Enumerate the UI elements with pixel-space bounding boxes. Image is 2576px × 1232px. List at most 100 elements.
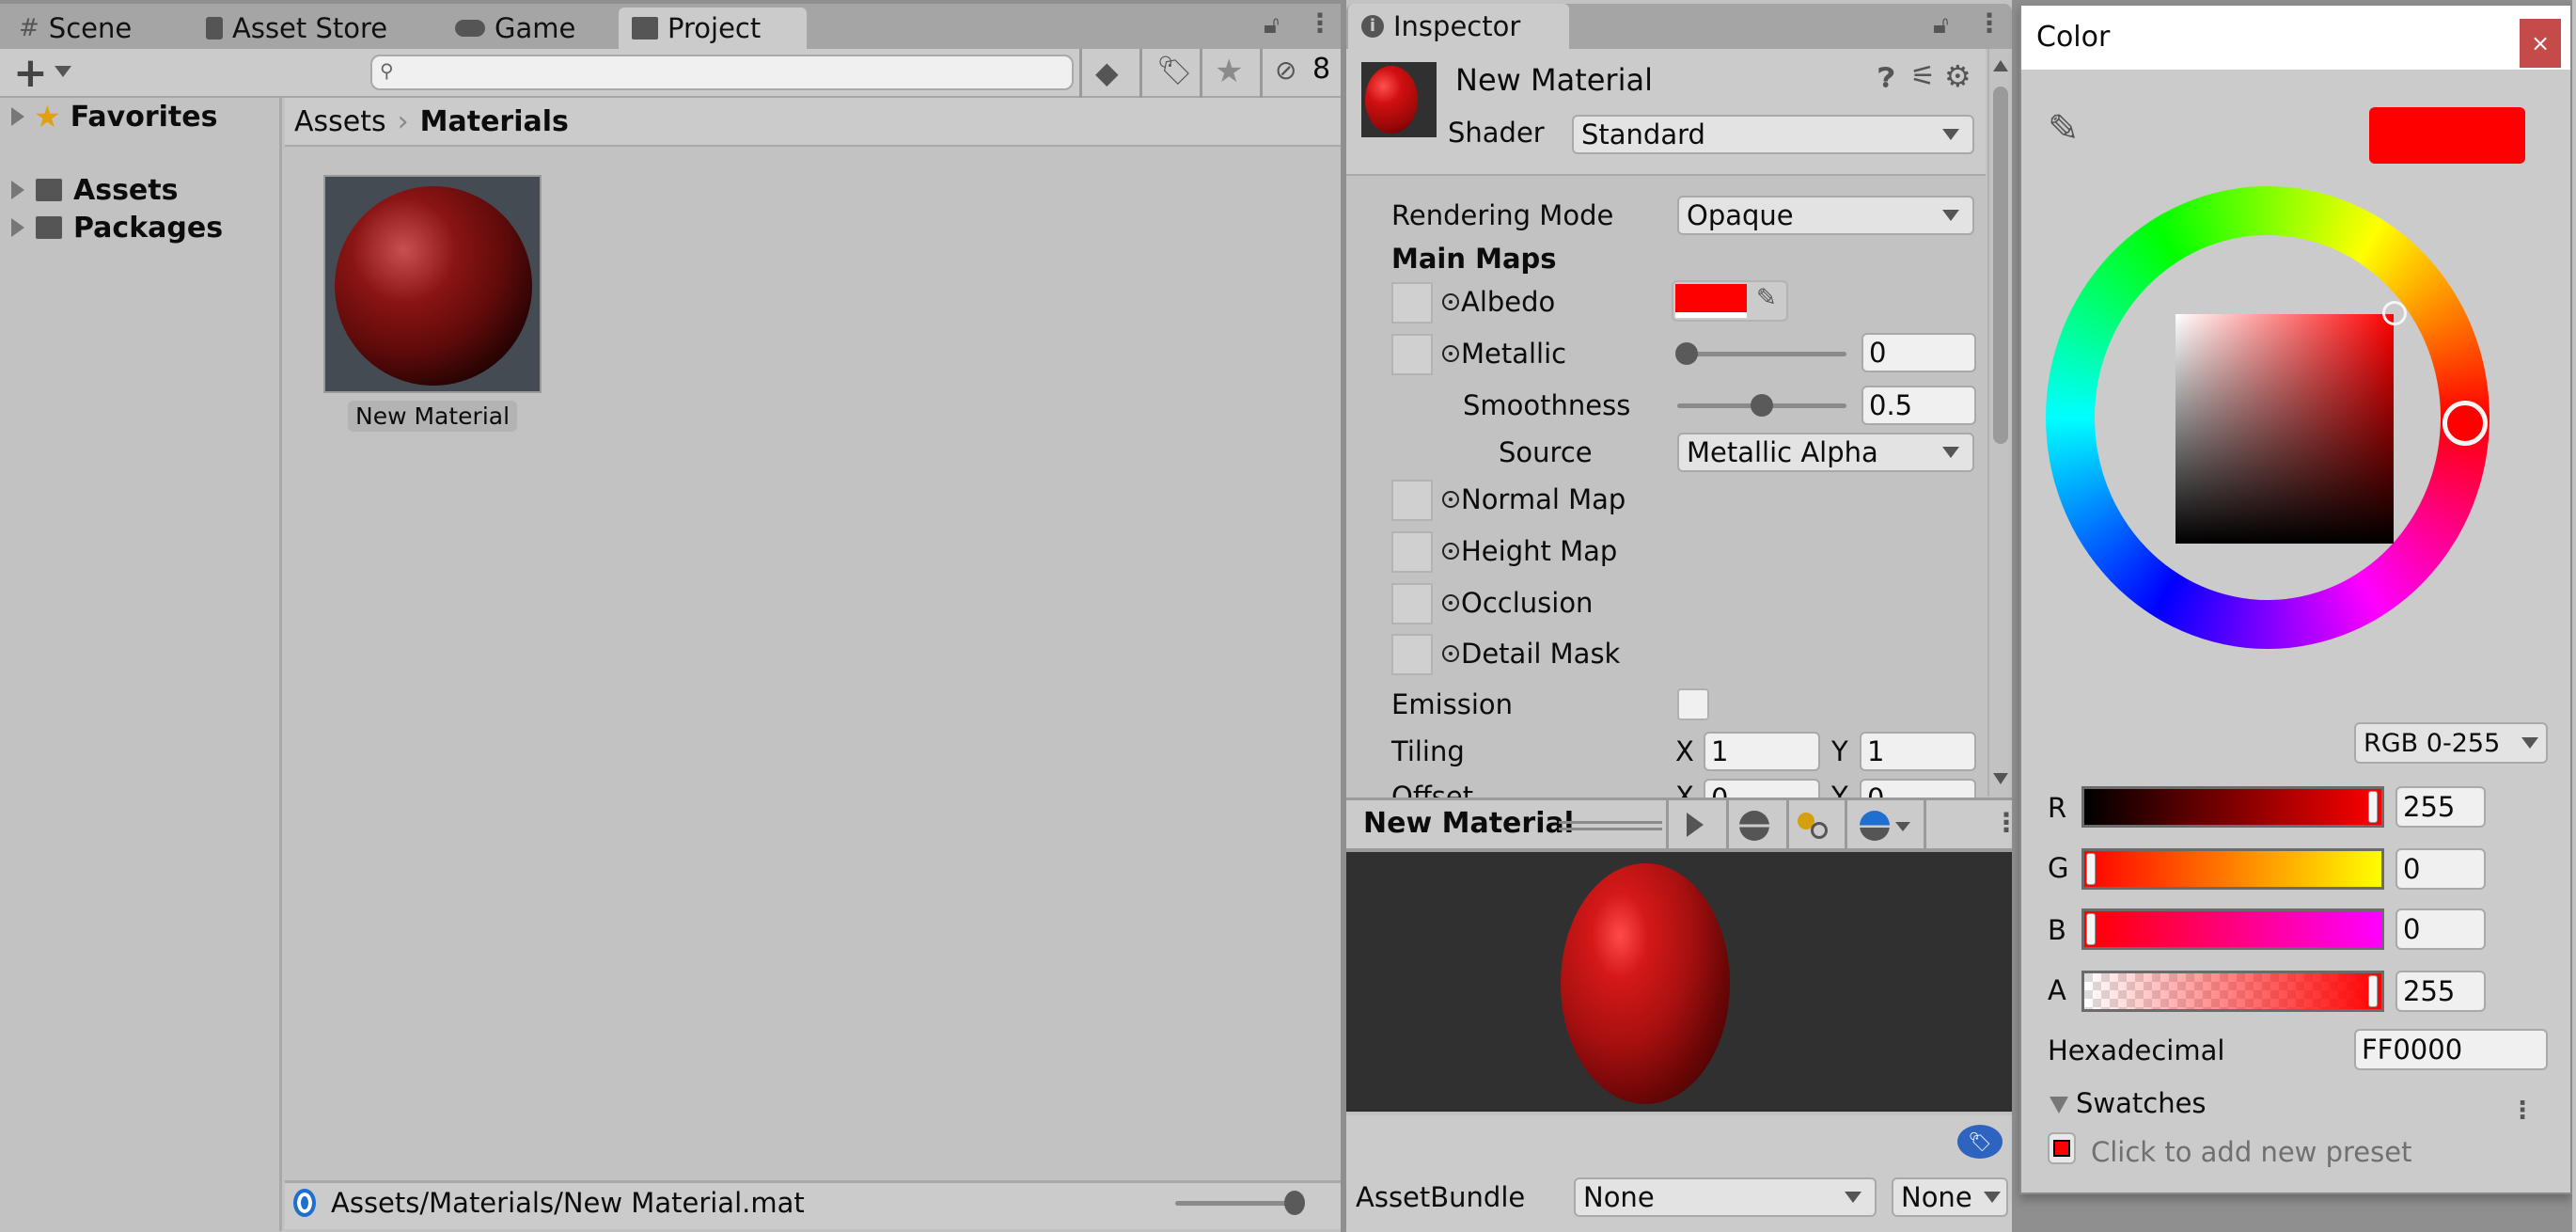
green-channel-input[interactable]: 0 — [2395, 848, 2486, 890]
more-options-icon[interactable]: ⋮ — [1993, 807, 2019, 838]
folder-icon — [36, 179, 62, 201]
tree-item-packages[interactable]: Packages — [11, 209, 223, 246]
scroll-down-icon[interactable] — [1993, 773, 2008, 784]
tab-game[interactable]: Game — [442, 8, 616, 49]
more-options-icon[interactable]: ⋮ — [1307, 8, 1333, 39]
red-channel-slider[interactable] — [2081, 786, 2384, 828]
chevron-down-icon — [2521, 737, 2538, 749]
color-mode-dropdown[interactable]: RGB 0-255 — [2354, 722, 2548, 764]
offset-x-input[interactable]: 0 — [1704, 779, 1820, 798]
preview-background-icon[interactable] — [1860, 811, 1890, 841]
favorites-star-icon[interactable]: ★ — [1215, 53, 1243, 90]
tab-project[interactable]: Project — [619, 8, 807, 49]
alpha-channel-slider[interactable] — [2081, 971, 2384, 1012]
source-dropdown[interactable]: Metallic Alpha — [1677, 433, 1974, 472]
expand-arrow-icon[interactable] — [11, 181, 24, 199]
object-picker-icon[interactable] — [1442, 293, 1459, 310]
green-channel-thumb[interactable] — [2086, 853, 2096, 885]
expand-arrow-icon[interactable] — [11, 107, 24, 126]
hue-handle[interactable] — [2442, 401, 2488, 446]
red-channel-input[interactable]: 255 — [2395, 786, 2486, 828]
swatches-expand-icon[interactable] — [2050, 1097, 2068, 1114]
inspector-scrollbar[interactable] — [1987, 49, 2012, 797]
filter-by-label-icon[interactable]: 🏷︎ — [1156, 55, 1192, 87]
eyedropper-icon[interactable]: ✎ — [1756, 284, 1777, 312]
expand-arrow-icon[interactable] — [11, 218, 24, 237]
tiling-y-input[interactable]: 1 — [1860, 732, 1976, 771]
tab-inspector[interactable]: i Inspector — [1348, 4, 1569, 49]
object-picker-icon[interactable] — [1442, 543, 1459, 560]
metallic-texture-slot[interactable] — [1391, 334, 1433, 375]
close-button[interactable]: × — [2520, 19, 2561, 68]
scrollbar-thumb[interactable] — [1993, 87, 2008, 444]
smoothness-slider-thumb[interactable] — [1751, 394, 1773, 417]
icon-size-slider-thumb[interactable] — [1284, 1191, 1305, 1215]
material-preview[interactable] — [1346, 852, 2012, 1112]
breadcrumb-assets[interactable]: Assets — [294, 105, 386, 138]
eyedropper-icon[interactable]: ✎ — [2048, 107, 2080, 150]
shader-dropdown[interactable]: Standard — [1572, 115, 1974, 154]
red-channel-thumb[interactable] — [2368, 791, 2378, 823]
assetbundle-dropdown[interactable]: None — [1574, 1177, 1877, 1217]
preset-icon[interactable]: ⚟ — [1910, 60, 1936, 93]
metallic-label: Metallic — [1461, 338, 1567, 370]
saturation-value-square[interactable] — [2175, 314, 2394, 544]
scroll-up-icon[interactable] — [1993, 60, 2008, 71]
alpha-channel-thumb[interactable] — [2368, 975, 2378, 1007]
search-input[interactable]: ⚲ — [370, 55, 1074, 90]
create-button[interactable]: + — [13, 49, 48, 97]
emission-checkbox[interactable] — [1677, 688, 1709, 720]
create-dropdown-icon[interactable] — [55, 66, 71, 77]
blue-channel-slider[interactable] — [2081, 908, 2384, 950]
offset-label: Offset — [1391, 781, 1474, 798]
occlusion-texture-slot[interactable] — [1391, 583, 1433, 624]
object-picker-icon[interactable] — [1442, 594, 1459, 611]
hidden-packages-icon[interactable]: ⊘ — [1275, 55, 1296, 86]
swatches-label[interactable]: Swatches — [2076, 1087, 2207, 1119]
tiling-x-input[interactable]: 1 — [1704, 732, 1820, 771]
metallic-slider-thumb[interactable] — [1675, 342, 1698, 365]
object-picker-icon[interactable] — [1442, 645, 1459, 662]
tree-item-favorites[interactable]: ★ Favorites — [11, 98, 217, 135]
alpha-channel-input[interactable]: 255 — [2395, 971, 2486, 1012]
add-preset-button[interactable] — [2048, 1132, 2076, 1164]
preview-resize-handle[interactable] — [1559, 821, 1662, 830]
hexadecimal-input[interactable]: FF0000 — [2354, 1029, 2548, 1070]
green-channel-slider[interactable] — [2081, 848, 2384, 890]
saturation-value-handle[interactable] — [2382, 301, 2407, 325]
chevron-down-icon[interactable] — [1895, 822, 1910, 831]
filter-by-type-icon[interactable]: ◆ — [1095, 55, 1119, 90]
tab-asset-store[interactable]: Asset Store — [193, 8, 442, 49]
label-tag-icon[interactable]: 🏷︎ — [1957, 1125, 2003, 1159]
assetbundle-variant-dropdown[interactable]: None — [1892, 1177, 2008, 1217]
lock-icon[interactable]: 🔓︎ — [1933, 11, 1949, 40]
albedo-color-field[interactable]: ✎ — [1672, 280, 1788, 322]
preview-sphere-mesh-icon[interactable] — [1739, 811, 1769, 841]
offset-y-input[interactable]: 0 — [1860, 779, 1976, 798]
help-icon[interactable]: ❓︎ — [1878, 62, 1894, 94]
smoothness-value-input[interactable]: 0.5 — [1861, 386, 1976, 425]
normal-map-texture-slot[interactable] — [1391, 480, 1433, 521]
tree-item-assets[interactable]: Assets — [11, 171, 178, 209]
metallic-value-input[interactable]: 0 — [1861, 333, 1976, 372]
asset-item-new-material[interactable]: New Material — [323, 175, 542, 434]
height-map-texture-slot[interactable] — [1391, 531, 1433, 573]
play-icon[interactable] — [1687, 813, 1704, 837]
toolbar-divider — [1200, 49, 1202, 98]
toolbar-divider — [1666, 799, 1669, 848]
more-options-icon[interactable]: ⋮ — [1976, 8, 2003, 39]
blue-channel-input[interactable]: 0 — [2395, 908, 2486, 950]
albedo-texture-slot[interactable] — [1391, 282, 1433, 324]
tab-scene[interactable]: # Scene — [6, 8, 184, 49]
breadcrumb-materials[interactable]: Materials — [420, 105, 569, 138]
rendering-mode-dropdown[interactable]: Opaque — [1677, 196, 1974, 235]
gear-icon[interactable]: ⚙ — [1944, 58, 1971, 94]
detail-mask-texture-slot[interactable] — [1391, 634, 1433, 675]
object-picker-icon[interactable] — [1442, 491, 1459, 508]
lock-icon[interactable]: 🔓︎ — [1264, 11, 1280, 40]
metallic-slider[interactable] — [1677, 352, 1846, 356]
blue-channel-thumb[interactable] — [2086, 913, 2096, 945]
object-picker-icon[interactable] — [1442, 345, 1459, 362]
icon-size-slider[interactable] — [1175, 1201, 1297, 1206]
swatches-menu-icon[interactable]: ⋮ — [2510, 1097, 2535, 1125]
